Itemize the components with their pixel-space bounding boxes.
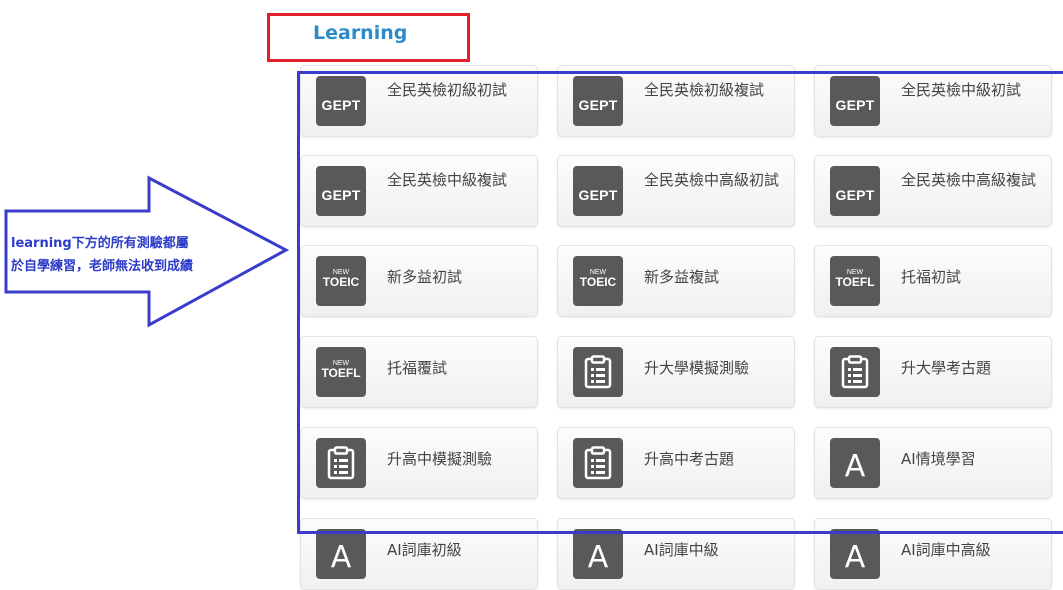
- highlight-box-blue: [297, 71, 1063, 534]
- badge-text: A: [330, 540, 352, 575]
- letter-a-icon: A: [316, 529, 366, 579]
- annotation-line-2: 於自學練習，老師無法收到成績: [11, 259, 194, 274]
- letter-a-icon: A: [573, 529, 623, 579]
- letter-a-icon: A: [830, 529, 880, 579]
- annotation-line-1: learning下方的所有測驗都屬: [11, 236, 189, 251]
- annotation-note: learning下方的所有測驗都屬 於自學練習，老師無法收到成績: [11, 232, 281, 278]
- badge-text: A: [587, 540, 609, 575]
- badge-text: A: [844, 540, 866, 575]
- arrow-icon: [4, 175, 290, 328]
